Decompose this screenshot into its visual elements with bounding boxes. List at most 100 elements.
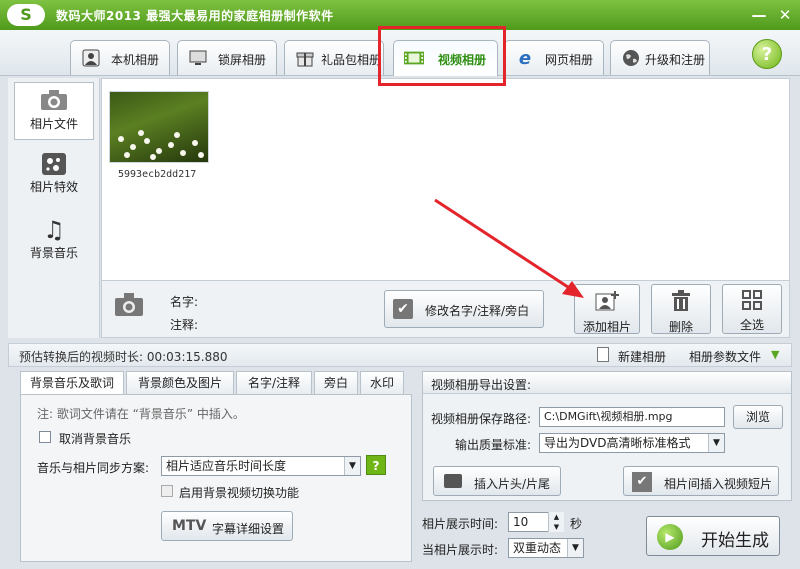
add-photo-icon — [575, 290, 639, 318]
new-album-link[interactable]: 新建相册 — [618, 348, 666, 365]
save-path-input[interactable]: C:\DMGift\视频相册.mpg — [539, 407, 725, 427]
spinner-icon[interactable]: ▲ ▼ — [548, 512, 564, 532]
ie-icon: e — [518, 47, 532, 69]
portrait-icon — [81, 48, 101, 68]
add-photo-label: 添加相片 — [582, 320, 631, 334]
tab-label: 礼品包相册 — [321, 53, 382, 67]
cancel-bg-music-checkbox[interactable] — [39, 431, 51, 443]
music-settings-panel: 注: 歌词文件请在 “背景音乐” 中插入。 取消背景音乐 音乐与相片同步方案: … — [20, 394, 412, 562]
insert-head-tail-button[interactable]: 插入片头/片尾 — [433, 466, 561, 496]
tab-upgrade-register[interactable]: 升级和注册 — [610, 40, 710, 75]
close-button[interactable]: ✕ — [774, 4, 796, 26]
insert-between-label: 相片间插入视频短片 — [664, 477, 773, 491]
start-generate-button[interactable]: ▶ 开始生成 — [646, 516, 780, 556]
document-icon — [597, 347, 609, 362]
export-header: 视频相册导出设置: — [431, 378, 532, 392]
album-params-dropdown[interactable]: 相册参数文件 — [689, 348, 761, 365]
chevron-down-icon: ▼ — [567, 539, 583, 557]
edit-button-label: 修改名字/注释/旁白 — [425, 304, 530, 318]
photo-info-bar: 名字: 注释: ✔ 修改名字/注释/旁白 添加相片 删除 全选 — [101, 281, 790, 338]
app-logo: S — [7, 4, 45, 26]
play-icon: ▶ — [657, 524, 683, 550]
title-bar: S 数码大师2013 最强大最易用的家庭相册制作软件 — ✕ — [0, 0, 800, 30]
enable-bg-video-checkbox[interactable] — [161, 485, 173, 497]
estimated-duration: 预估转换后的视频时长: 00:03:15.880 — [19, 350, 228, 364]
tab-gift-album[interactable]: 礼品包相册 — [284, 40, 384, 75]
save-path-label: 视频相册保存路径: — [431, 412, 532, 426]
trash-icon — [652, 290, 710, 318]
gift-icon — [295, 48, 315, 68]
app-title: 数码大师2013 最强大最易用的家庭相册制作软件 — [56, 9, 334, 23]
tab-web-album[interactable]: e 网页相册 — [504, 40, 604, 75]
sync-select-value: 相片适应音乐时间长度 — [166, 459, 287, 473]
start-button-label: 开始生成 — [701, 531, 769, 551]
photo-list[interactable]: 5993ecb2dd217 — [101, 78, 790, 281]
status-bar: 预估转换后的视频时长: 00:03:15.880 新建相册 相册参数文件 ▼ — [8, 343, 792, 367]
mtv-button-label: 字幕详细设置 — [212, 522, 285, 536]
subtab-bg-music-lyrics[interactable]: 背景音乐及歌词 — [20, 371, 124, 396]
sync-select[interactable]: 相片适应音乐时间长度 ▼ — [161, 456, 361, 476]
sidebar-item-label: 相片特效 — [29, 180, 78, 194]
display-time-label: 相片展示时间: — [422, 517, 499, 531]
dropdown-arrow-icon[interactable]: ▼ — [771, 348, 779, 361]
browse-button[interactable]: 浏览 — [733, 405, 783, 429]
display-mode-select[interactable]: 双重动态 ▼ — [508, 538, 584, 558]
effects-icon — [40, 152, 68, 176]
quality-select[interactable]: 导出为DVD高清晰标准格式 ▼ — [539, 433, 725, 453]
globe-icon — [621, 48, 641, 68]
video-camera-icon — [444, 474, 462, 488]
music-note-icon: ♫ — [43, 216, 65, 244]
display-time-unit: 秒 — [570, 517, 583, 531]
insert-between-photos-button[interactable]: ✔ 相片间插入视频短片 — [623, 466, 779, 496]
note-label: 注释: — [170, 318, 199, 332]
sidebar-item-label: 背景音乐 — [29, 246, 78, 260]
tab-label: 网页相册 — [545, 53, 594, 67]
check-edit-icon: ✔ — [393, 299, 413, 319]
lyrics-note: 注: 歌词文件请在 “背景音乐” 中插入。 — [37, 407, 245, 421]
tab-lockscreen-album[interactable]: 锁屏相册 — [177, 40, 277, 75]
film-icon — [404, 48, 424, 68]
camera-icon — [114, 291, 144, 319]
camera-icon — [40, 89, 68, 113]
sidebar-item-photo-effects[interactable]: 相片特效 — [14, 146, 94, 204]
enable-bg-video-label: 启用背景视频切换功能 — [179, 486, 300, 500]
sidebar-item-bg-music[interactable]: ♫ 背景音乐 — [14, 212, 94, 270]
display-mode-label: 当相片展示时: — [422, 543, 499, 557]
subtab-narration[interactable]: 旁白 — [314, 371, 358, 395]
cancel-bg-music-label: 取消背景音乐 — [59, 432, 132, 446]
delete-button[interactable]: 删除 — [651, 284, 711, 334]
display-mode-value: 双重动态 — [513, 541, 562, 555]
tab-video-album[interactable]: 视频相册 — [393, 40, 498, 76]
chevron-down-icon: ▼ — [708, 434, 724, 452]
tab-label: 升级和注册 — [645, 53, 706, 67]
name-label: 名字: — [170, 295, 199, 309]
tab-label: 本机相册 — [111, 53, 160, 67]
help-button[interactable]: ? — [752, 39, 782, 69]
sidebar: 相片文件 相片特效 ♫ 背景音乐 — [8, 78, 100, 338]
sidebar-item-label: 相片文件 — [29, 117, 78, 131]
sidebar-item-photo-files[interactable]: 相片文件 — [14, 82, 94, 140]
sync-help-button[interactable]: ? — [366, 455, 386, 475]
select-all-label: 全选 — [739, 318, 764, 332]
grid-icon — [723, 290, 781, 316]
mtv-badge: MTV — [172, 518, 207, 534]
chevron-down-icon: ▼ — [344, 457, 360, 475]
subtab-bg-color-image[interactable]: 背景颜色及图片 — [126, 371, 234, 395]
photo-filename: 5993ecb2dd217 — [118, 169, 197, 180]
insert-head-tail-label: 插入片头/片尾 — [474, 477, 551, 491]
quality-label: 输出质量标准: — [455, 438, 532, 452]
select-all-button[interactable]: 全选 — [722, 284, 782, 334]
monitor-icon — [188, 48, 208, 68]
main-tab-bar: 本机相册 锁屏相册 礼品包相册 视频相册 e 网页相册 升级和注册 — [0, 30, 800, 76]
export-settings-panel: 视频相册导出设置: 视频相册保存路径: C:\DMGift\视频相册.mpg 浏… — [422, 371, 792, 501]
subtab-watermark[interactable]: 水印 — [360, 371, 404, 395]
mtv-subtitle-settings-button[interactable]: MTV 字幕详细设置 — [161, 511, 293, 541]
edit-name-note-button[interactable]: ✔ 修改名字/注释/旁白 — [384, 290, 544, 328]
tab-label: 视频相册 — [438, 53, 487, 67]
photo-thumbnail[interactable] — [109, 91, 209, 163]
add-photo-button[interactable]: 添加相片 — [574, 284, 640, 334]
tab-local-album[interactable]: 本机相册 — [70, 40, 170, 75]
subtab-name-note[interactable]: 名字/注释 — [236, 371, 312, 395]
minimize-button[interactable]: — — [748, 4, 770, 26]
check-edit-icon: ✔ — [632, 472, 652, 492]
